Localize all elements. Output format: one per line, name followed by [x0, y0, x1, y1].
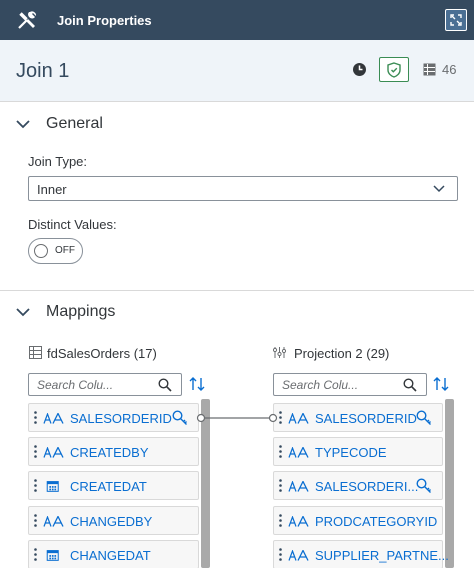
string-type-icon — [288, 481, 309, 492]
left-column-item[interactable]: CHANGEDBY — [28, 506, 199, 535]
drag-handle-icon[interactable] — [34, 514, 37, 527]
sort-icon[interactable] — [188, 375, 206, 393]
column-name: CHANGEDBY — [70, 514, 153, 529]
mappings-section-header[interactable]: Mappings — [0, 293, 474, 333]
join-header: Join 1 46 — [0, 40, 474, 102]
expand-button[interactable] — [445, 9, 467, 31]
right-column-item[interactable]: SUPPLIER_PARTNE... — [273, 540, 449, 568]
key-icon — [416, 478, 431, 493]
shield-icon — [387, 61, 401, 78]
column-name: SALESORDERI... — [315, 479, 419, 494]
column-name: PRODCATEGORYID — [315, 514, 438, 529]
left-column-search[interactable]: Search Colu... — [28, 373, 182, 396]
drag-handle-icon[interactable] — [279, 445, 282, 458]
column-name: CHANGEDAT — [70, 548, 151, 563]
drag-handle-icon[interactable] — [279, 514, 282, 527]
sort-icon[interactable] — [432, 375, 450, 393]
left-column-item[interactable]: CHANGEDAT — [28, 540, 199, 568]
column-name: SALESORDERID — [70, 411, 172, 426]
table-icon — [423, 63, 436, 76]
toggle-knob — [34, 244, 48, 258]
search-icon[interactable] — [158, 378, 172, 392]
general-section-header[interactable]: General — [0, 105, 474, 145]
right-column-item[interactable]: SALESORDERI... — [273, 471, 443, 500]
join-title: Join 1 — [16, 60, 70, 82]
drag-handle-icon[interactable] — [34, 411, 37, 424]
distinct-values-label: Distinct Values: — [28, 217, 117, 232]
panel-title: Join Properties — [57, 13, 152, 28]
string-type-icon — [288, 447, 309, 458]
app-header-bar: Join Properties — [0, 0, 474, 40]
chevron-down-icon — [433, 185, 445, 193]
drag-handle-icon[interactable] — [279, 548, 282, 561]
left-source-name: fdSalesOrders (17) — [47, 346, 157, 361]
projection-icon — [273, 347, 286, 358]
string-type-icon — [288, 516, 309, 527]
left-column-item[interactable]: CREATEDBY — [28, 437, 199, 466]
column-count: 46 — [442, 62, 457, 77]
left-column-item[interactable]: CREATEDAT — [28, 471, 199, 500]
right-column-item[interactable]: PRODCATEGORYID — [273, 506, 443, 535]
tools-icon — [18, 11, 37, 29]
join-type-value: Inner — [37, 182, 67, 197]
string-type-icon — [43, 516, 64, 527]
chevron-down-icon — [16, 120, 30, 129]
string-type-icon — [43, 413, 64, 424]
table-icon — [29, 346, 42, 359]
string-type-icon — [288, 413, 309, 424]
string-type-icon — [43, 447, 64, 458]
column-name: TYPECODE — [315, 445, 387, 460]
right-scrollbar[interactable] — [445, 399, 454, 568]
key-icon — [172, 410, 187, 425]
drag-handle-icon[interactable] — [34, 479, 37, 492]
drag-handle-icon[interactable] — [34, 445, 37, 458]
clock-icon[interactable] — [352, 62, 367, 77]
drag-handle-icon[interactable] — [279, 479, 282, 492]
column-name: SALESORDERID — [315, 411, 417, 426]
right-column-search[interactable]: Search Colu... — [273, 373, 427, 396]
validate-button[interactable] — [379, 57, 409, 82]
search-placeholder: Search Colu... — [37, 378, 114, 392]
calendar-icon — [46, 481, 59, 492]
drag-handle-icon[interactable] — [279, 411, 282, 424]
key-icon — [416, 410, 431, 425]
search-placeholder: Search Colu... — [282, 378, 359, 392]
toggle-state-text: OFF — [55, 245, 75, 256]
chevron-down-icon — [16, 308, 30, 317]
section-divider — [0, 290, 474, 291]
calendar-icon — [46, 550, 59, 561]
right-column-item[interactable]: TYPECODE — [273, 437, 443, 466]
join-type-label: Join Type: — [28, 154, 88, 169]
string-type-icon — [288, 550, 309, 561]
join-type-select[interactable]: Inner — [28, 176, 458, 201]
left-scrollbar[interactable] — [201, 399, 210, 568]
left-column-item[interactable]: SALESORDERID — [28, 403, 199, 432]
drag-handle-icon[interactable] — [34, 548, 37, 561]
column-name: SUPPLIER_PARTNE... — [315, 548, 449, 563]
right-source-name: Projection 2 (29) — [294, 346, 390, 361]
search-icon[interactable] — [403, 378, 417, 392]
column-name: CREATEDAT — [70, 479, 147, 494]
mappings-section-title: Mappings — [46, 303, 116, 320]
general-section-title: General — [46, 115, 103, 132]
distinct-values-toggle[interactable]: OFF — [28, 238, 83, 264]
column-name: CREATEDBY — [70, 445, 149, 460]
right-column-item[interactable]: SALESORDERID — [273, 403, 443, 432]
expand-icon — [450, 14, 462, 26]
